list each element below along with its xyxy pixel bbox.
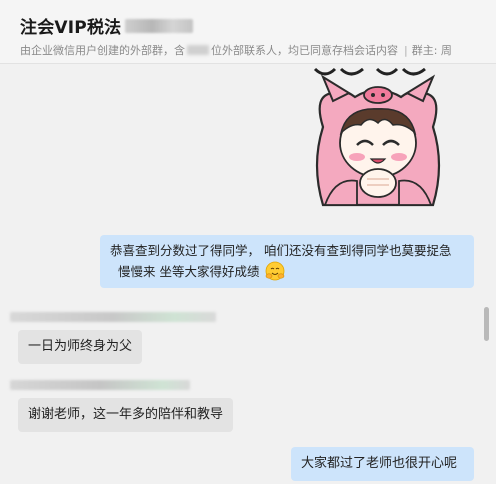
title-row: 注会VIP税法 — [20, 13, 194, 38]
message-text: 一日为师终身为父 — [28, 339, 133, 354]
message-text-line2: 慢慢来 坐等大家得好成绩 — [118, 264, 260, 279]
group-subtitle: 由企业微信用户创建的外部群，含 位外部联系人，均已同意存档会话内容 | 群主: … — [20, 42, 488, 58]
subtitle-separator: | — [404, 43, 408, 57]
pink-pig-hood-girl-sticker[interactable] — [305, 65, 450, 225]
chat-window: 注会VIP税法 由企业微信用户创建的外部群，含 位外部联系人，均已同意存档会话内… — [0, 0, 496, 484]
group-title: 注会VIP税法 — [20, 18, 122, 38]
message-bubble-outgoing[interactable]: 恭喜查到分数过了得同学， 咱们还没有查到得同学也莫要捉急 慢慢来 坐等大家得好成… — [100, 235, 474, 288]
subtitle-right-text: 位外部联系人，均已同意存档会话内容 — [211, 44, 398, 57]
sticker-image — [313, 67, 441, 207]
redacted-title-suffix — [125, 18, 194, 33]
chat-header: 注会VIP税法 由企业微信用户创建的外部群，含 位外部联系人，均已同意存档会话内… — [0, 0, 496, 64]
sticker-caption-partial — [313, 67, 426, 76]
message-bubble-incoming[interactable]: 一日为师终身为父 — [18, 330, 143, 364]
message-bubble-outgoing[interactable]: 大家都过了老师也很开心呢 — [291, 447, 474, 481]
hugging-face-emoji — [266, 261, 285, 281]
message-bubble-incoming[interactable]: 谢谢老师，这一年多的陪伴和教导 — [18, 398, 234, 432]
subtitle-left-text: 由企业微信用户创建的外部群，含 — [20, 44, 185, 57]
redacted-member-count — [187, 45, 209, 55]
message-text-line1: 恭喜查到分数过了得同学， 咱们还没有查到得同学也莫要捉急 — [110, 243, 452, 258]
message-text: 谢谢老师，这一年多的陪伴和教导 — [28, 407, 224, 422]
message-list[interactable]: 恭喜查到分数过了得同学， 咱们还没有查到得同学也莫要捉急 慢慢来 坐等大家得好成… — [0, 65, 496, 484]
vertical-scrollbar[interactable] — [484, 307, 489, 341]
message-text-line2-wrap: 慢慢来 坐等大家得好成绩 — [110, 261, 464, 282]
group-owner-label[interactable]: 群主: 周 — [412, 42, 452, 58]
message-text: 大家都过了老师也很开心呢 — [301, 456, 458, 471]
